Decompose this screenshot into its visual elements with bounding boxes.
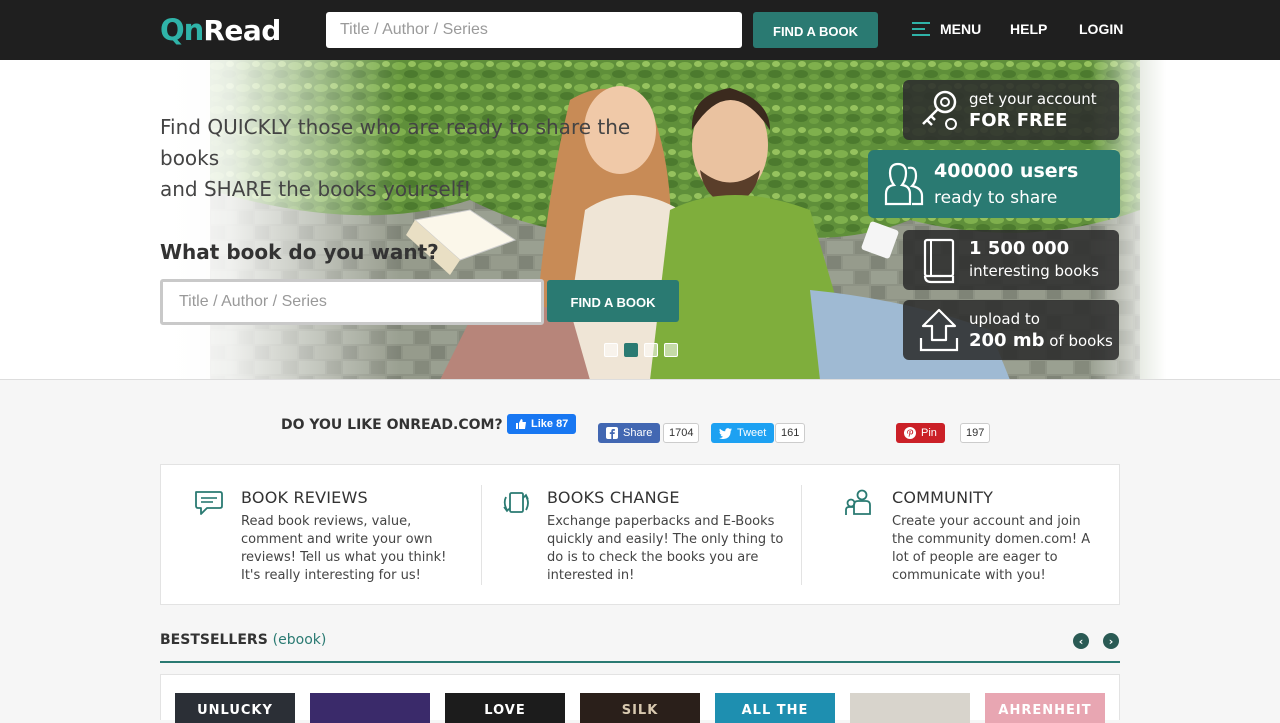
book-cover[interactable]: AHRENHEIT [985, 693, 1105, 723]
bestsellers-divider [160, 661, 1120, 663]
thumbs-up-icon [516, 419, 526, 429]
carousel-next-button[interactable]: › [1103, 633, 1119, 649]
slider-pagination [604, 343, 678, 357]
book-icon [923, 238, 955, 284]
community-icon [845, 489, 871, 515]
help-link[interactable]: HELP [1010, 21, 1047, 37]
pinterest-icon [904, 427, 916, 439]
menu-label: MENU [940, 21, 982, 37]
chevron-right-icon: › [1108, 634, 1114, 648]
exchange-book-icon [503, 492, 529, 513]
feature-community[interactable]: COMMUNITY Create your account and join t… [802, 465, 1120, 604]
key-icon [922, 90, 957, 130]
slider-dot-active[interactable] [624, 343, 638, 357]
feature-book-reviews[interactable]: BOOK REVIEWS Read book reviews, value, c… [161, 465, 481, 604]
stat-users[interactable]: 400000 users ready to share [868, 150, 1120, 218]
social-question: DO YOU LIKE ONREAD.COM? [281, 417, 503, 433]
pin-count: 197 [960, 423, 991, 443]
feature-books-change[interactable]: BOOKS CHANGE Exchange paperbacks and E-B… [482, 465, 801, 604]
share-count: 1704 [663, 423, 700, 443]
hero-search-input[interactable] [160, 279, 544, 325]
pinterest-pin-button[interactable]: Pin [896, 423, 945, 443]
stat-free-account[interactable]: get your account FOR FREE [903, 80, 1119, 140]
hero-banner: Find QUICKLY those who are ready to shar… [0, 60, 1280, 380]
facebook-icon [606, 427, 618, 439]
book-cover[interactable]: SILK [580, 693, 700, 723]
onread-logo[interactable]: Qn Read [160, 13, 281, 47]
chevron-left-icon: ‹ [1078, 634, 1084, 648]
facebook-like-button[interactable]: Like 87 [507, 414, 577, 434]
login-link[interactable]: LOGIN [1079, 21, 1123, 37]
header-find-book-button[interactable]: FIND A BOOK [753, 12, 878, 48]
menu-button[interactable]: MENU [912, 21, 981, 37]
users-icon [884, 162, 924, 206]
hero-question: What book do you want? [160, 240, 439, 264]
tweet-button[interactable]: Tweet [711, 423, 775, 443]
hero-tagline: Find QUICKLY those who are ready to shar… [160, 115, 631, 201]
slider-dot[interactable] [604, 343, 618, 357]
upload-icon [919, 308, 959, 352]
hamburger-icon [912, 22, 930, 36]
bestsellers-carousel: UNLUCKY LOVE SILK ALL THE AHRENHEIT [160, 674, 1120, 723]
book-cover[interactable] [310, 693, 430, 723]
header-search-input[interactable] [326, 12, 742, 48]
facebook-share-button[interactable]: Share [598, 423, 661, 443]
slider-dot[interactable] [664, 343, 678, 357]
book-cover[interactable]: LOVE [445, 693, 565, 723]
carousel-prev-button[interactable]: ‹ [1073, 633, 1089, 649]
hero-find-book-button[interactable]: FIND A BOOK [547, 280, 679, 322]
book-cover[interactable]: UNLUCKY [175, 693, 295, 723]
logo-glyph: Qn [160, 13, 204, 47]
chat-icon [195, 491, 223, 515]
logo-word: Read [203, 13, 281, 47]
top-navigation-bar: Qn Read FIND A BOOK MENU HELP LOGIN [0, 0, 1280, 60]
features-panel: BOOK REVIEWS Read book reviews, value, c… [160, 464, 1120, 605]
tweet-count: 161 [775, 423, 806, 443]
book-cover[interactable] [850, 693, 970, 723]
book-cover[interactable]: ALL THE [715, 693, 835, 723]
slider-dot[interactable] [644, 343, 658, 357]
twitter-bird-icon [719, 427, 732, 439]
stat-upload[interactable]: upload to 200 mb of books [903, 300, 1119, 360]
stat-books[interactable]: 1 500 000 interesting books [903, 230, 1119, 290]
bestsellers-heading: BESTSELLERS (ebook) [160, 632, 327, 648]
